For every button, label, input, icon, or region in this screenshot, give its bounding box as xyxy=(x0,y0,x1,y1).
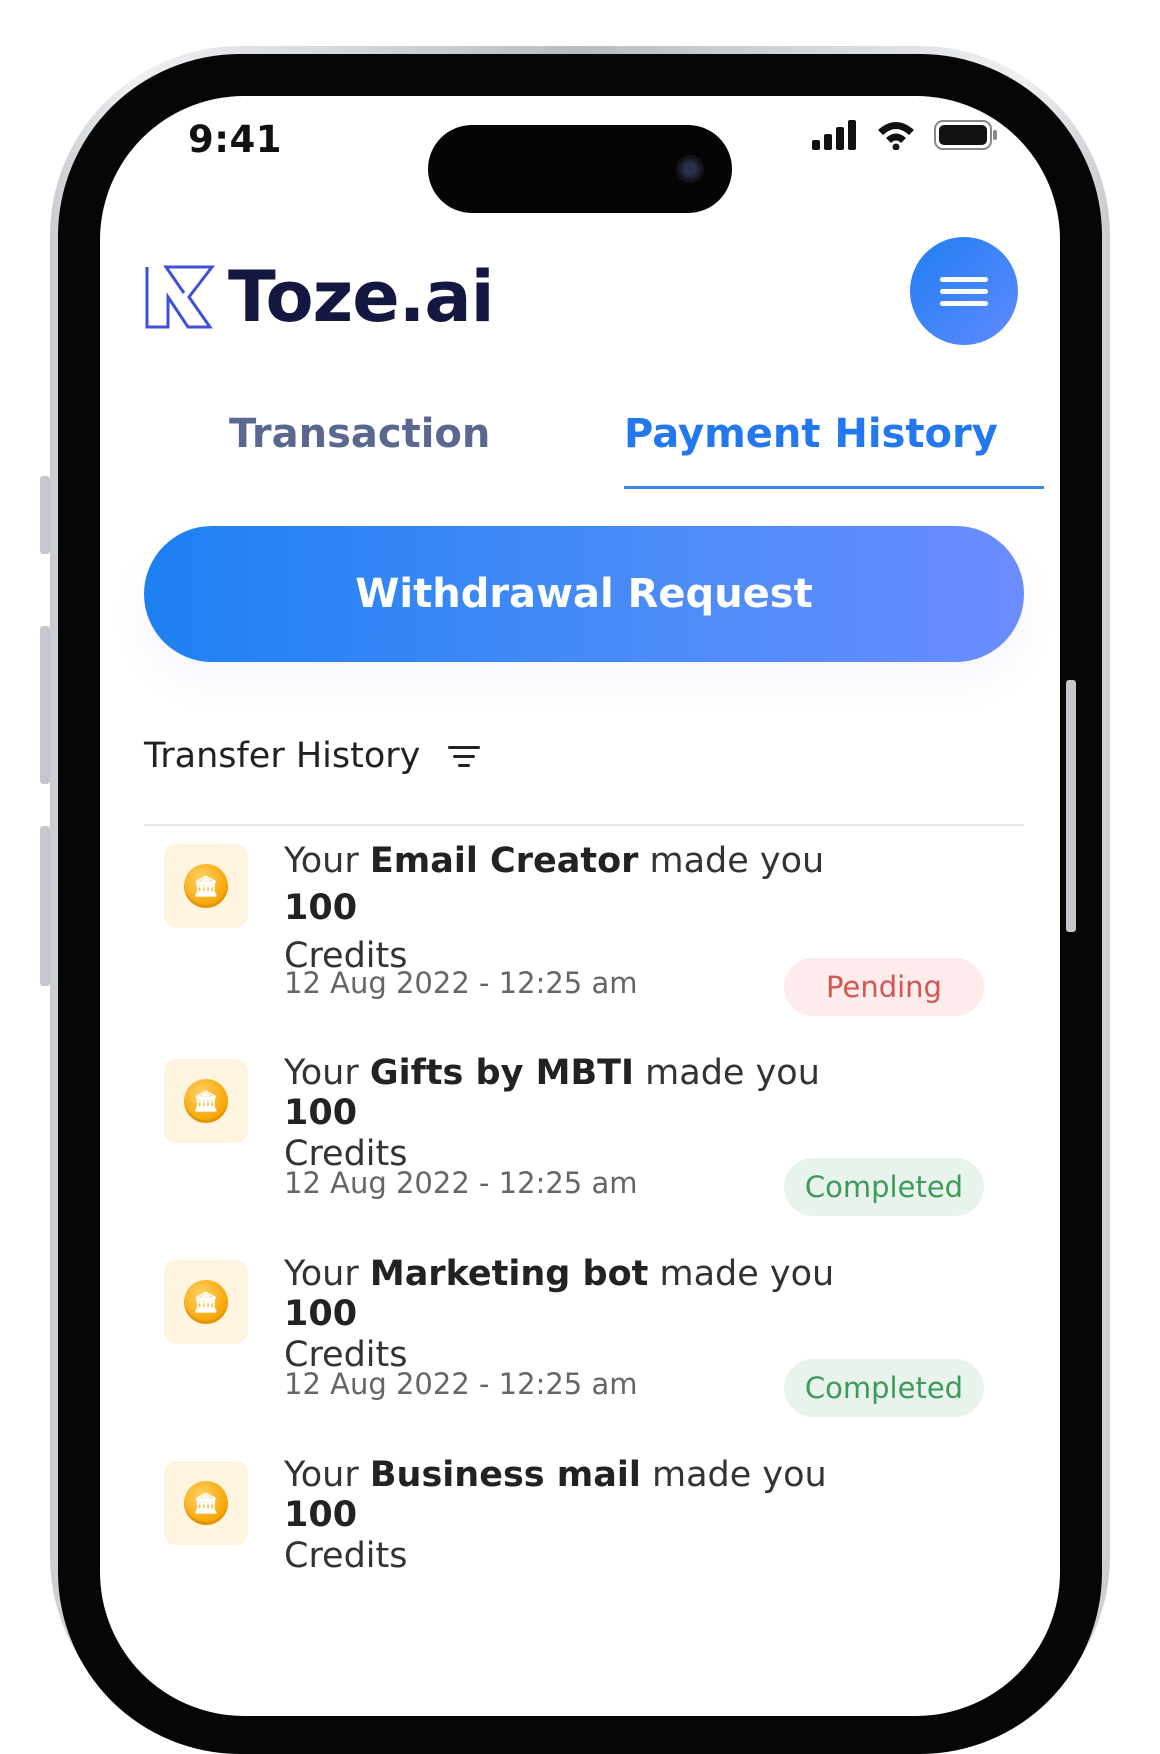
hamburger-icon-bar xyxy=(940,300,988,306)
volume-down-button xyxy=(40,826,50,986)
volume-up-button xyxy=(40,626,50,784)
filter-icon[interactable] xyxy=(444,742,484,771)
camera-icon xyxy=(676,155,704,183)
active-tab-indicator xyxy=(624,486,1044,489)
transaction-date: 12 Aug 2022 - 12:25 am xyxy=(284,1166,638,1200)
status-badge: Completed xyxy=(784,1359,984,1417)
coin-icon-box: 🏛 xyxy=(164,844,248,928)
tab-transaction[interactable]: Transaction xyxy=(229,411,490,457)
coin-icon: 🏛 xyxy=(184,1079,228,1123)
transaction-amount: 100 xyxy=(284,1093,358,1134)
app-name: Toze.ai xyxy=(228,256,495,338)
transaction-amount: 100 xyxy=(284,1294,358,1335)
divider xyxy=(144,824,1024,826)
coin-icon-box: 🏛 xyxy=(164,1260,248,1344)
toze-logo-icon xyxy=(145,265,216,329)
status-badge: Pending xyxy=(784,958,984,1016)
tab-bar: Transaction Payment History xyxy=(144,396,1044,489)
transaction-source: Email Creator xyxy=(369,841,639,881)
cellular-signal-icon xyxy=(812,120,856,150)
transaction-date: 12 Aug 2022 - 12:25 am xyxy=(284,1367,638,1401)
withdrawal-request-button[interactable]: Withdrawal Request xyxy=(144,526,1024,662)
battery-icon xyxy=(934,120,997,150)
coin-icon: 🏛 xyxy=(184,1280,228,1324)
transaction-amount: 100 xyxy=(284,1495,358,1536)
dynamic-island xyxy=(428,125,732,213)
section-title: Transfer History xyxy=(144,736,421,776)
menu-button[interactable] xyxy=(910,237,1018,345)
action-button xyxy=(40,476,50,554)
tab-payment-history[interactable]: Payment History xyxy=(624,411,998,457)
transaction-description: Your Email Creator made you 100 Credits xyxy=(284,841,825,976)
transaction-amount: 100 xyxy=(284,888,358,929)
transaction-source: Marketing bot xyxy=(369,1254,649,1294)
status-badge: Completed xyxy=(784,1158,984,1216)
hamburger-icon-bar xyxy=(940,276,988,282)
transaction-source: Business mail xyxy=(369,1455,641,1495)
coin-icon-box: 🏛 xyxy=(164,1461,248,1545)
wifi-icon xyxy=(878,122,914,150)
coin-icon-box: 🏛 xyxy=(164,1059,248,1143)
status-time: 9:41 xyxy=(188,118,283,161)
transaction-date: 12 Aug 2022 - 12:25 am xyxy=(284,966,638,1000)
coin-icon: 🏛 xyxy=(184,864,228,908)
coin-icon: 🏛 xyxy=(184,1481,228,1525)
transaction-description: Your Marketing bot made you 100 Credits xyxy=(284,1254,835,1375)
transaction-description: Your Business mail made you 100 Credits xyxy=(284,1455,827,1576)
status-icons xyxy=(812,120,998,150)
transaction-source: Gifts by MBTI xyxy=(369,1053,635,1093)
transaction-description: Your Gifts by MBTI made you 100 Credits xyxy=(284,1053,820,1174)
app-logo: Toze.ai xyxy=(144,256,495,338)
hamburger-icon-bar xyxy=(940,288,988,294)
transfer-history-header: Transfer History xyxy=(144,736,484,776)
power-button xyxy=(1066,680,1076,932)
phone-screen: 9:41 Toze.ai Transaction Payment History… xyxy=(100,96,1060,1716)
